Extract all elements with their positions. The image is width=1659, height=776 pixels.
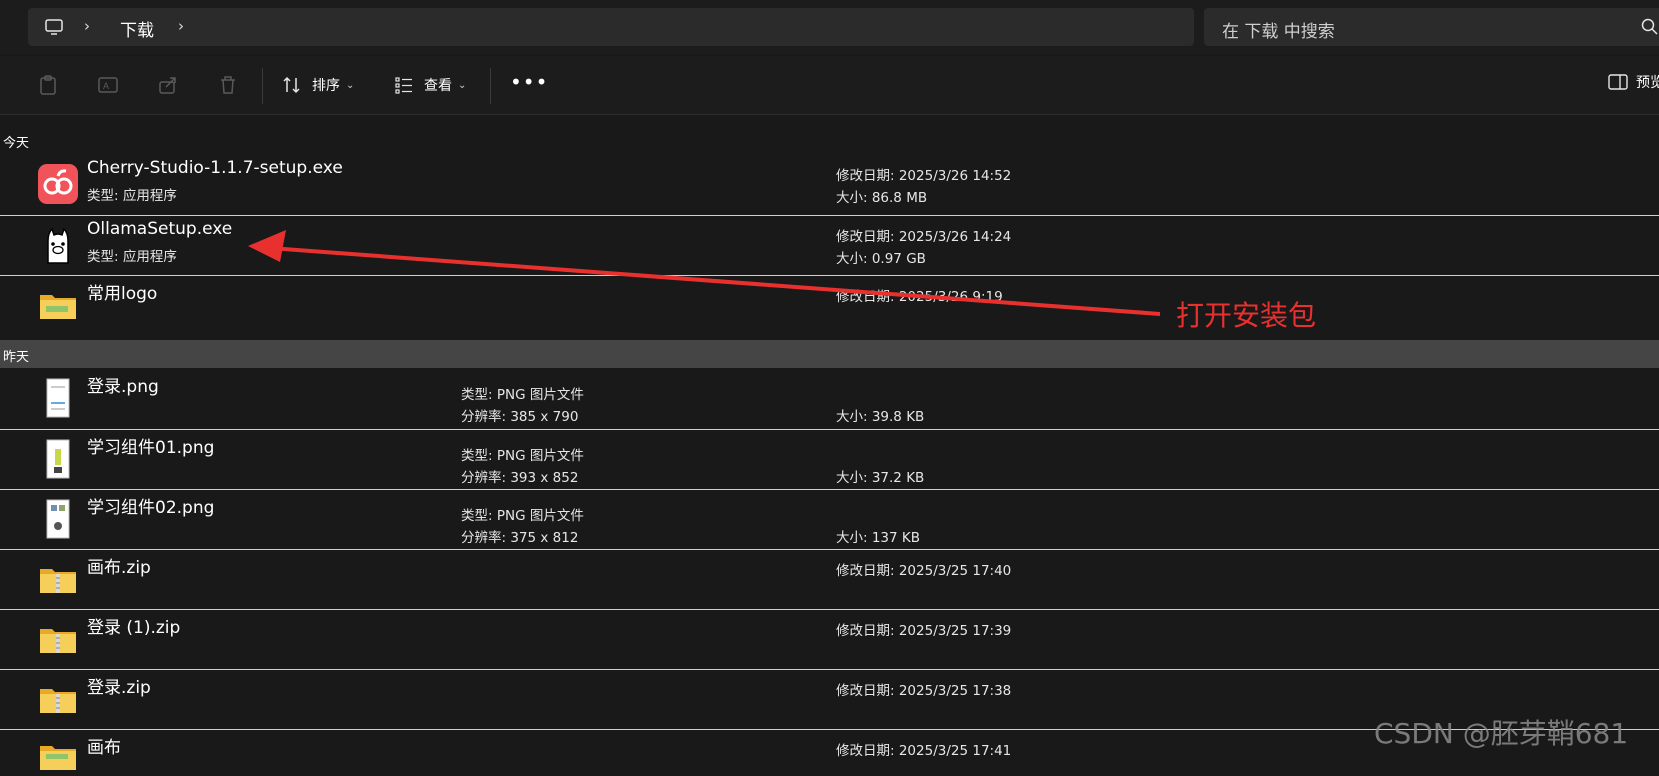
file-row[interactable]: 登录.png 类型: PNG 图片文件 分辨率: 385 x 790 大小: 3… xyxy=(0,369,1659,428)
toolbar-divider xyxy=(490,68,491,104)
chevron-right-icon[interactable]: › xyxy=(178,17,184,35)
chevron-down-icon: ⌄ xyxy=(458,79,467,91)
preview-pane-icon xyxy=(1608,74,1628,90)
group-title: 昨天 xyxy=(3,350,30,365)
svg-text:A: A xyxy=(103,81,109,91)
sort-icon xyxy=(283,76,300,94)
file-type: 类型: PNG 图片文件 xyxy=(461,387,584,403)
search-input[interactable]: 在 下载 中搜索 xyxy=(1222,17,1335,42)
file-name[interactable]: 学习组件01.png xyxy=(87,433,214,458)
file-modified: 修改日期: 2025/3/26 14:24 xyxy=(836,229,1012,245)
image-thumb-icon xyxy=(46,439,70,479)
rename-icon[interactable]: A xyxy=(97,74,119,96)
annotation-label: 打开安装包 xyxy=(1176,299,1317,332)
address-bar: › 下载 › 在 下载 中搜索 xyxy=(0,0,1659,54)
chevron-down-icon: ⌄ xyxy=(346,79,355,91)
file-modified: 修改日期: 2025/3/25 17:41 xyxy=(836,743,1012,759)
search-box[interactable]: 在 下载 中搜索 xyxy=(1204,8,1659,46)
delete-icon[interactable] xyxy=(217,74,239,96)
file-size: 大小: 0.97 GB xyxy=(836,251,926,267)
file-modified: 修改日期: 2025/3/25 17:38 xyxy=(836,683,1012,699)
toolbar-divider xyxy=(262,68,263,104)
file-resolution: 分辨率: 393 x 852 xyxy=(461,470,579,486)
file-modified: 修改日期: 2025/3/26 14:52 xyxy=(836,168,1012,184)
file-name[interactable]: 常用logo xyxy=(87,279,157,304)
group-title: 今天 xyxy=(3,136,30,151)
zip-folder-icon xyxy=(40,689,76,713)
file-size: 大小: 39.8 KB xyxy=(836,409,925,425)
folder-icon xyxy=(40,746,76,770)
group-header-today[interactable]: 今天 xyxy=(0,126,1659,154)
image-thumb-icon xyxy=(46,378,70,418)
file-name[interactable]: OllamaSetup.exe xyxy=(87,219,232,239)
file-name[interactable]: Cherry-Studio-1.1.7-setup.exe xyxy=(87,158,343,178)
view-label: 查看 xyxy=(424,78,452,94)
image-thumb-icon xyxy=(46,499,70,539)
command-bar: A 排序 ⌄ 查看 ⌄ ••• 预览 xyxy=(0,56,1659,115)
file-row[interactable]: 画布.zip 修改日期: 2025/3/25 17:40 xyxy=(0,549,1659,609)
paste-icon[interactable] xyxy=(37,74,59,96)
file-resolution: 分辨率: 375 x 812 xyxy=(461,530,579,546)
search-icon[interactable] xyxy=(1641,18,1659,36)
file-modified: 修改日期: 2025/3/26 9:19 xyxy=(836,289,1003,305)
file-type: 类型: 应用程序 xyxy=(87,249,177,265)
chevron-right-icon[interactable]: › xyxy=(84,17,90,35)
file-row[interactable]: 登录 (1).zip 修改日期: 2025/3/25 17:39 xyxy=(0,609,1659,669)
file-row[interactable]: 学习组件02.png 类型: PNG 图片文件 分辨率: 375 x 812 大… xyxy=(0,489,1659,549)
file-size: 大小: 137 KB xyxy=(836,530,921,546)
group-header-yesterday[interactable]: 昨天 xyxy=(0,340,1659,368)
sort-label: 排序 xyxy=(312,78,340,94)
breadcrumb-item-downloads[interactable]: 下载 xyxy=(120,16,154,41)
file-name[interactable]: 登录.zip xyxy=(87,673,151,698)
share-icon[interactable] xyxy=(157,74,179,96)
file-modified: 修改日期: 2025/3/25 17:39 xyxy=(836,623,1012,639)
file-size: 大小: 86.8 MB xyxy=(836,190,928,206)
file-name[interactable]: 登录 (1).zip xyxy=(87,613,180,638)
sort-button[interactable]: 排序 ⌄ xyxy=(282,72,354,98)
file-size: 大小: 37.2 KB xyxy=(836,470,925,486)
zip-folder-icon xyxy=(40,569,76,593)
file-row[interactable]: 常用logo 修改日期: 2025/3/26 9:19 xyxy=(0,275,1659,335)
file-row[interactable]: OllamaSetup.exe 类型: 应用程序 修改日期: 2025/3/26… xyxy=(0,215,1659,275)
file-name[interactable]: 登录.png xyxy=(87,372,159,397)
cherry-app-icon xyxy=(38,164,78,204)
file-row[interactable]: 学习组件01.png 类型: PNG 图片文件 分辨率: 393 x 852 大… xyxy=(0,429,1659,489)
file-modified: 修改日期: 2025/3/25 17:40 xyxy=(836,563,1012,579)
file-type: 类型: PNG 图片文件 xyxy=(461,508,584,524)
preview-label: 预览 xyxy=(1636,75,1659,91)
zip-folder-icon xyxy=(40,629,76,653)
file-row[interactable]: Cherry-Studio-1.1.7-setup.exe 类型: 应用程序 修… xyxy=(0,155,1659,214)
view-button[interactable]: 查看 ⌄ xyxy=(394,72,466,98)
file-type: 类型: PNG 图片文件 xyxy=(461,448,584,464)
watermark: CSDN @胚芽鞘681 xyxy=(1374,717,1629,750)
more-options-icon[interactable]: ••• xyxy=(510,70,548,94)
computer-icon[interactable] xyxy=(44,17,64,37)
folder-icon xyxy=(40,295,76,319)
ollama-app-icon xyxy=(38,225,78,265)
file-type: 类型: 应用程序 xyxy=(87,188,177,204)
breadcrumb[interactable]: › 下载 › xyxy=(28,8,1194,46)
file-name[interactable]: 学习组件02.png xyxy=(87,493,214,518)
file-resolution: 分辨率: 385 x 790 xyxy=(461,409,579,425)
file-name[interactable]: 画布.zip xyxy=(87,553,151,578)
file-name[interactable]: 画布 xyxy=(87,733,121,758)
view-list-icon xyxy=(395,77,412,94)
preview-pane-button[interactable]: 预览 xyxy=(1608,72,1659,92)
